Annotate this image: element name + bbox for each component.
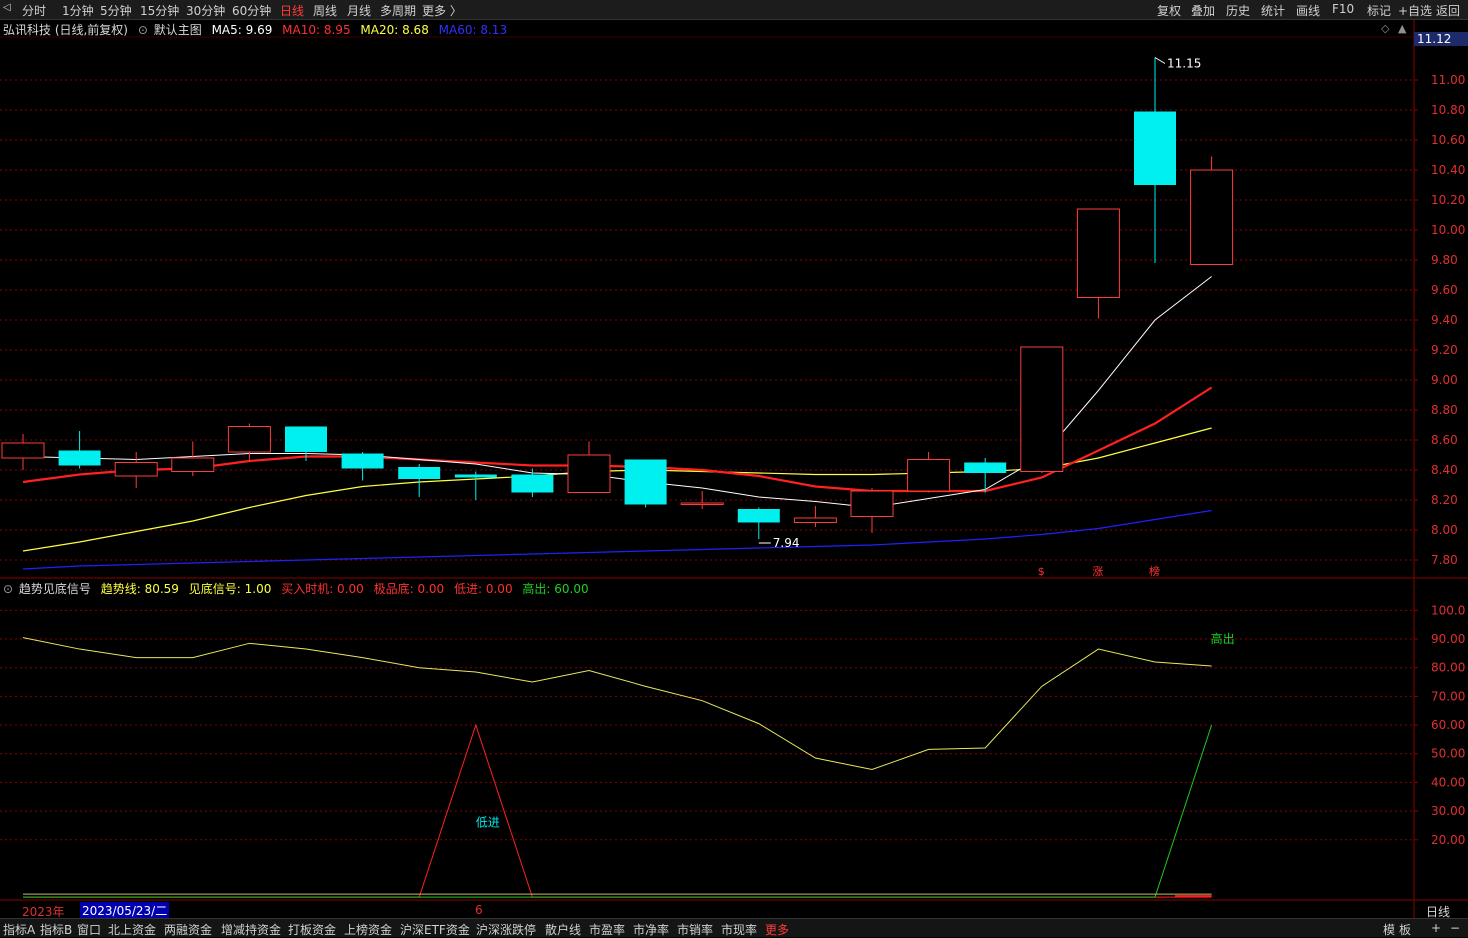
candle-body: [1134, 111, 1176, 185]
indicator-axis-label: 20.00: [1431, 833, 1465, 847]
candle-body: [1190, 169, 1234, 265]
month-mark: 6: [475, 903, 483, 917]
price-axis-label: 7.80: [1431, 553, 1458, 567]
candle-body: [1020, 346, 1064, 472]
indicator-axis-label: 60.00: [1431, 718, 1465, 732]
candle-body: [850, 490, 894, 517]
bottom-tab-10[interactable]: 散户线: [545, 921, 581, 938]
bottom-tab-13[interactable]: 市销率: [677, 921, 713, 938]
candle-body: [1076, 208, 1120, 298]
bottom-tab-14[interactable]: 市现率: [721, 921, 757, 938]
bottom-tab-7[interactable]: 上榜资金: [344, 921, 392, 938]
bottom-tab-12[interactable]: 市净率: [633, 921, 669, 938]
candle-body: [227, 426, 271, 453]
high-pointer: [1154, 57, 1166, 64]
high-exit-text: 高出: [1211, 631, 1235, 646]
candle-body: [624, 459, 667, 505]
price-axis-label: 9.60: [1431, 283, 1458, 297]
candle-body: [964, 462, 1007, 473]
bottom-tab-8[interactable]: 沪深ETF资金: [400, 921, 470, 938]
price-axis-label: 8.80: [1431, 403, 1458, 417]
candle-body: [907, 459, 951, 492]
high-price-label: 11.15: [1167, 57, 1201, 71]
price-axis-label: 10.00: [1431, 223, 1465, 237]
candle-body: [58, 450, 101, 466]
price-axis-label: 9.80: [1431, 253, 1458, 267]
price-axis-label: 9.00: [1431, 373, 1458, 387]
candle-body: [737, 509, 780, 523]
indicator-axis-label: 50.00: [1431, 747, 1465, 761]
price-axis-label: 8.20: [1431, 493, 1458, 507]
candle-body: [511, 474, 554, 493]
trend-line: [22, 637, 1212, 771]
price-axis-label: 11.00: [1431, 73, 1465, 87]
indicator-axis-label: 90.00: [1431, 632, 1465, 646]
candle-body: [1, 442, 45, 459]
low-price-label: 7.94: [773, 536, 800, 550]
kline-chart[interactable]: 11.00 10.80 10.60 10.40 10.20 10.00 9.80 9.60 9.…: [0, 0, 1468, 936]
date-cursor-label: 2023/05/23/二: [80, 902, 170, 919]
event-mark-1: 涨: [1092, 565, 1103, 578]
candle-body: [285, 426, 327, 452]
candle-body: [114, 462, 158, 477]
candle-body: [398, 467, 441, 479]
bottom-right-0[interactable]: 模: [1383, 921, 1395, 938]
candle-body: [680, 502, 724, 505]
indicator-axis-label: 70.00: [1431, 689, 1465, 703]
price-axis-label: 10.80: [1431, 103, 1465, 117]
bottom-tab-5[interactable]: 增减持资金: [221, 921, 281, 938]
price-axis-label: 10.60: [1431, 133, 1465, 147]
price-axis-label: 8.40: [1431, 463, 1458, 477]
bottom-tab-6[interactable]: 打板资金: [288, 921, 336, 938]
candle-body: [341, 453, 384, 469]
bottom-right-3[interactable]: −: [1450, 921, 1460, 935]
price-axis-label: 9.40: [1431, 313, 1458, 327]
candle-body: [171, 457, 215, 472]
price-axis-label: 10.40: [1431, 163, 1465, 177]
date-bar: 2023年 2023/05/23/二 6: [0, 902, 1414, 919]
bottom-tab-3[interactable]: 北上资金: [108, 921, 156, 938]
candle-body: [793, 517, 837, 523]
bottom-tab-0[interactable]: 指标A: [3, 921, 35, 938]
bottom-tab-2[interactable]: 窗口: [77, 921, 101, 938]
bottom-right-1[interactable]: 板: [1399, 921, 1411, 938]
bottom-tab-9[interactable]: 沪深涨跌停: [476, 921, 536, 938]
bottom-tab-11[interactable]: 市盈率: [589, 921, 625, 938]
bottom-tab-1[interactable]: 指标B: [40, 921, 72, 938]
bottom-tab-15[interactable]: 更多: [765, 921, 789, 938]
price-axis-label: 10.20: [1431, 193, 1465, 207]
price-axis-label: 9.20: [1431, 343, 1458, 357]
low-entry-text: 低进: [476, 816, 500, 830]
bottom-tab-4[interactable]: 两融资金: [164, 921, 212, 938]
candle-body: [454, 474, 497, 478]
event-mark-0: $: [1038, 565, 1045, 578]
price-axis-label: 8.60: [1431, 433, 1458, 447]
price-axis-label: 8.00: [1431, 523, 1458, 537]
indicator-tabs-bar: 指标A 指标B 窗口 北上资金 两融资金 增减持资金 打板资金 上榜资金 沪深ETF资金 沪深涨跌…: [0, 918, 1468, 937]
price-tag: 11.12: [1414, 32, 1468, 46]
event-mark-2: 榜: [1149, 564, 1160, 578]
indicator-axis-label: 40.00: [1431, 775, 1465, 789]
indicator-axis-label: 30.00: [1431, 804, 1465, 818]
candle-body: [567, 454, 611, 493]
bottom-right-2[interactable]: +: [1431, 921, 1441, 935]
indicator-axis-label: 100.0: [1431, 603, 1465, 617]
indicator-axis-label: 80.00: [1431, 661, 1465, 675]
